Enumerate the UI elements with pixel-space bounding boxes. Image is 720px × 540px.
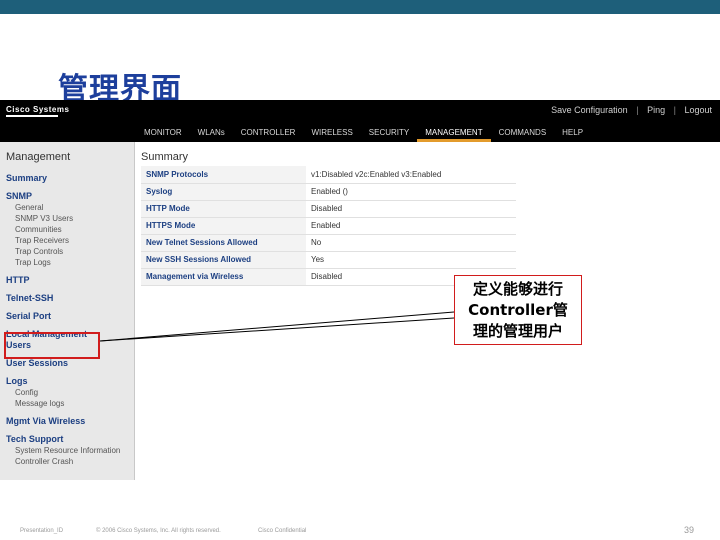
sidebar-item-snmp[interactable]: SNMP <box>6 191 128 202</box>
callout-line-3: 理的管理用户 <box>472 322 563 340</box>
separator: | <box>673 105 676 115</box>
content-title: Summary <box>141 151 189 163</box>
table-row: Syslog Enabled () <box>141 183 516 201</box>
nav-commands[interactable]: COMMANDS <box>491 127 555 142</box>
sidebar-item-tech-support[interactable]: Tech Support <box>6 434 128 445</box>
footer-copyright: © 2006 Cisco Systems, Inc. All rights re… <box>96 528 221 534</box>
sidebar-subitem-trap-controls[interactable]: Trap Controls <box>6 246 128 257</box>
table-row: SNMP Protocols v1:Disabled v2c:Enabled v… <box>141 166 516 184</box>
callout-line-2: Controller管 <box>468 301 568 319</box>
nav-monitor[interactable]: MONITOR <box>136 127 190 142</box>
sidebar-subitem-config[interactable]: Config <box>6 387 128 398</box>
footer-presentation-id: Presentation_ID <box>20 528 64 534</box>
callout-line-1: 定义能够进行 <box>472 280 563 298</box>
logo-bars-icon <box>6 115 58 117</box>
row-value: Yes <box>306 251 516 269</box>
row-key[interactable]: Syslog <box>141 183 306 201</box>
nav-help[interactable]: HELP <box>554 127 591 142</box>
row-value: Enabled <box>306 217 516 235</box>
top-band <box>0 0 720 14</box>
sidebar-subitem-general[interactable]: General <box>6 202 128 213</box>
cisco-logo: Cisco Systems <box>6 105 70 114</box>
footer-confidential: Cisco Confidential <box>258 528 307 534</box>
sidebar-item-user-sessions[interactable]: User Sessions <box>6 358 128 369</box>
sidebar-item-summary[interactable]: Summary <box>6 173 128 184</box>
callout-box: 定义能够进行 Controller管 理的管理用户 <box>454 275 582 345</box>
nav-security[interactable]: SECURITY <box>361 127 417 142</box>
nav-management[interactable]: MANAGEMENT <box>417 127 491 142</box>
sidebar-item-serial-port[interactable]: Serial Port <box>6 311 128 322</box>
table-row: New Telnet Sessions Allowed No <box>141 234 516 252</box>
sidebar-subitem-trap-receivers[interactable]: Trap Receivers <box>6 235 128 246</box>
app-screenshot: Cisco Systems Save Configuration | Ping … <box>0 100 720 480</box>
header-links: Save Configuration | Ping | Logout <box>545 105 712 115</box>
sidebar-item-telnet-ssh[interactable]: Telnet-SSH <box>6 293 128 304</box>
row-value: v1:Disabled v2c:Enabled v3:Enabled <box>306 166 516 184</box>
row-key: Management via Wireless <box>141 268 306 286</box>
nav-controller[interactable]: CONTROLLER <box>233 127 304 142</box>
nav-wlans[interactable]: WLANs <box>190 127 233 142</box>
table-row: HTTP Mode Disabled <box>141 200 516 218</box>
highlight-box <box>4 332 100 359</box>
sidebar-subitem-trap-logs[interactable]: Trap Logs <box>6 257 128 268</box>
app-header: Cisco Systems Save Configuration | Ping … <box>0 100 720 142</box>
ping-link[interactable]: Ping <box>647 105 665 115</box>
row-key[interactable]: New SSH Sessions Allowed <box>141 251 306 269</box>
separator: | <box>636 105 639 115</box>
logout-link[interactable]: Logout <box>684 105 712 115</box>
sidebar-title: Management <box>6 151 71 163</box>
sidebar-item-http[interactable]: HTTP <box>6 275 128 286</box>
sidebar: Management Summary SNMP General SNMP V3 … <box>0 142 135 480</box>
save-configuration-link[interactable]: Save Configuration <box>551 105 628 115</box>
row-value: No <box>306 234 516 252</box>
table-row: New SSH Sessions Allowed Yes <box>141 251 516 269</box>
row-key[interactable]: HTTP Mode <box>141 200 306 218</box>
nav-wireless[interactable]: WIRELESS <box>303 127 360 142</box>
sidebar-subitem-system-resource-information[interactable]: System Resource Information <box>6 445 128 456</box>
summary-table: SNMP Protocols v1:Disabled v2c:Enabled v… <box>141 166 516 286</box>
row-value: Disabled <box>306 200 516 218</box>
row-key[interactable]: SNMP Protocols <box>141 166 306 184</box>
sidebar-item-mgmt-via-wireless[interactable]: Mgmt Via Wireless <box>6 416 128 427</box>
row-key[interactable]: HTTPS Mode <box>141 217 306 235</box>
main-nav: MONITOR WLANs CONTROLLER WIRELESS SECURI… <box>136 127 591 142</box>
row-value: Enabled () <box>306 183 516 201</box>
table-row: HTTPS Mode Enabled <box>141 217 516 235</box>
row-key[interactable]: New Telnet Sessions Allowed <box>141 234 306 252</box>
sidebar-item-logs[interactable]: Logs <box>6 376 128 387</box>
sidebar-subitem-communities[interactable]: Communities <box>6 224 128 235</box>
sidebar-subitem-message-logs[interactable]: Message logs <box>6 398 128 409</box>
footer-page-number: 39 <box>684 525 695 535</box>
sidebar-subitem-snmp-v3-users[interactable]: SNMP V3 Users <box>6 213 128 224</box>
sidebar-subitem-controller-crash[interactable]: Controller Crash <box>6 456 128 467</box>
content-panel: Summary SNMP Protocols v1:Disabled v2c:E… <box>141 142 521 286</box>
